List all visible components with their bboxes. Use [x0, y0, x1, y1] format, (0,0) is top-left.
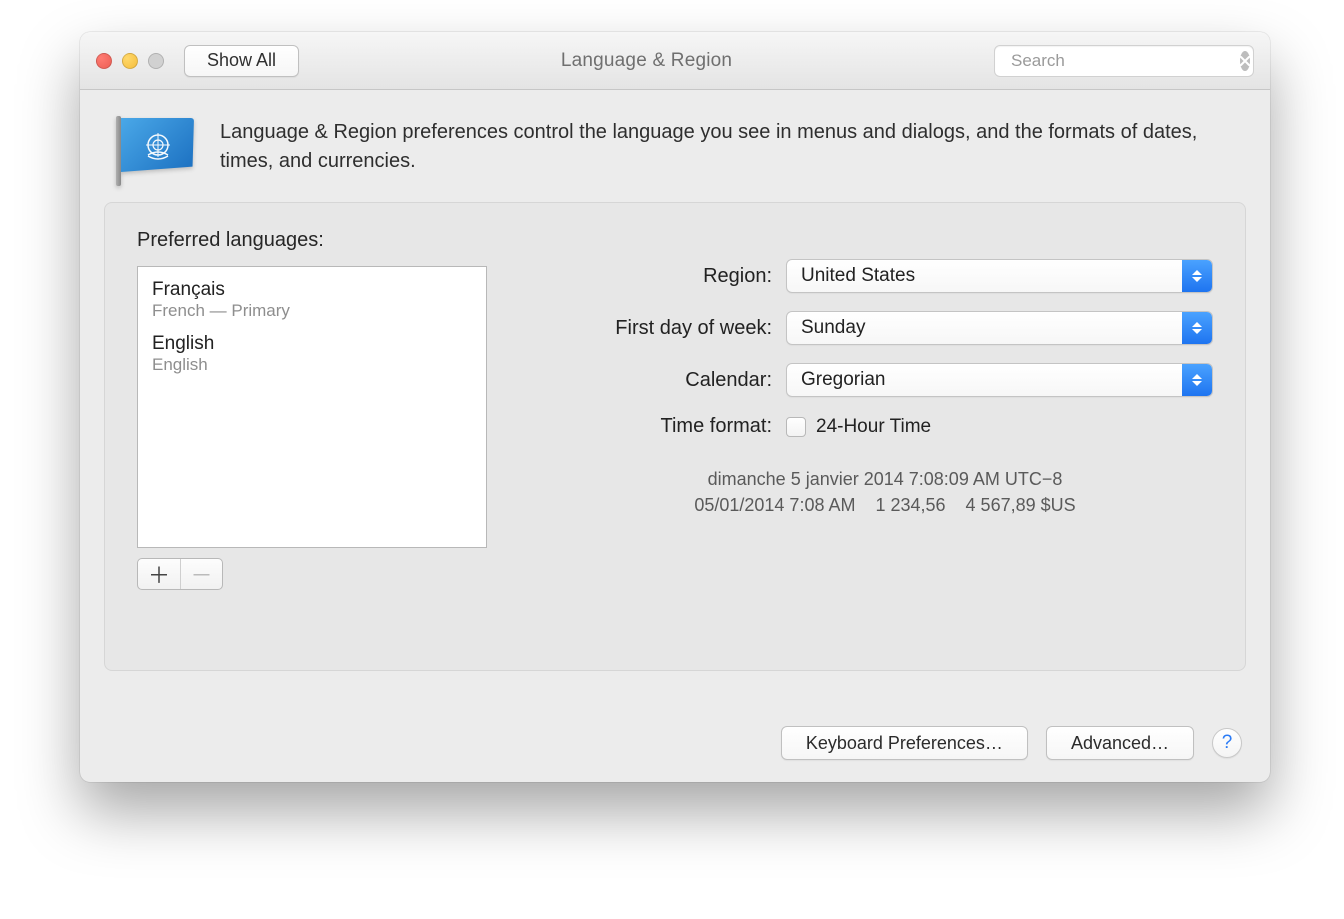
add-language-button[interactable]: ＋	[138, 559, 180, 589]
languages-column: Preferred languages: Français French — P…	[137, 229, 517, 590]
header-description: Language & Region preferences control th…	[220, 118, 1230, 176]
traffic-lights	[96, 53, 164, 69]
chevron-updown-icon	[1182, 364, 1212, 396]
first-day-label: First day of week:	[557, 317, 772, 340]
content-panel: Preferred languages: Français French — P…	[104, 202, 1246, 671]
zoom-window-button	[148, 53, 164, 69]
24-hour-checkbox[interactable]	[786, 417, 806, 437]
language-name: Français	[152, 279, 472, 301]
toolbar: Show All Language & Region	[80, 32, 1270, 90]
header: Language & Region preferences control th…	[80, 90, 1270, 202]
keyboard-preferences-button[interactable]: Keyboard Preferences…	[781, 726, 1028, 760]
search-field[interactable]	[994, 45, 1254, 77]
help-button[interactable]: ?	[1212, 728, 1242, 758]
help-icon: ?	[1222, 732, 1233, 754]
un-flag-icon	[116, 118, 194, 178]
language-item[interactable]: English English	[138, 329, 486, 383]
chevron-updown-icon	[1182, 312, 1212, 344]
language-subtitle: French — Primary	[152, 301, 472, 321]
format-examples: dimanche 5 janvier 2014 7:08:09 AM UTC−8…	[557, 466, 1213, 518]
settings-column: Region: United States First day of week:…	[557, 229, 1213, 590]
clear-search-button[interactable]	[1240, 51, 1250, 71]
preferred-languages-label: Preferred languages:	[137, 229, 517, 252]
first-day-value: Sunday	[801, 317, 865, 339]
languages-list[interactable]: Français French — Primary English Englis…	[137, 266, 487, 548]
language-item[interactable]: Français French — Primary	[138, 275, 486, 329]
language-add-remove: ＋ －	[137, 558, 223, 590]
first-day-popup[interactable]: Sunday	[786, 311, 1213, 345]
close-window-button[interactable]	[96, 53, 112, 69]
example-long-date: dimanche 5 janvier 2014 7:08:09 AM UTC−8	[557, 466, 1213, 492]
region-value: United States	[801, 265, 915, 287]
show-all-label: Show All	[207, 50, 276, 71]
chevron-updown-icon	[1182, 260, 1212, 292]
bottom-bar: Keyboard Preferences… Advanced… ?	[80, 726, 1270, 760]
example-short: 05/01/2014 7:08 AM 1 234,56 4 567,89 $US	[557, 492, 1213, 518]
show-all-button[interactable]: Show All	[184, 45, 299, 77]
language-subtitle: English	[152, 355, 472, 375]
minus-icon: －	[190, 558, 212, 590]
calendar-value: Gregorian	[801, 369, 886, 391]
keyboard-preferences-label: Keyboard Preferences…	[806, 733, 1003, 754]
minimize-window-button[interactable]	[122, 53, 138, 69]
window-title: Language & Region	[313, 50, 980, 72]
advanced-button[interactable]: Advanced…	[1046, 726, 1194, 760]
advanced-label: Advanced…	[1071, 733, 1169, 754]
search-input[interactable]	[1009, 50, 1234, 72]
region-label: Region:	[557, 265, 772, 288]
region-popup[interactable]: United States	[786, 259, 1213, 293]
plus-icon: ＋	[148, 558, 170, 590]
x-icon	[1240, 56, 1250, 66]
time-format-label: Time format:	[557, 415, 772, 438]
calendar-popup[interactable]: Gregorian	[786, 363, 1213, 397]
language-name: English	[152, 333, 472, 355]
preferences-window: Show All Language & Region	[80, 32, 1270, 782]
24-hour-label: 24-Hour Time	[816, 416, 931, 438]
remove-language-button[interactable]: －	[180, 559, 222, 589]
calendar-label: Calendar:	[557, 369, 772, 392]
